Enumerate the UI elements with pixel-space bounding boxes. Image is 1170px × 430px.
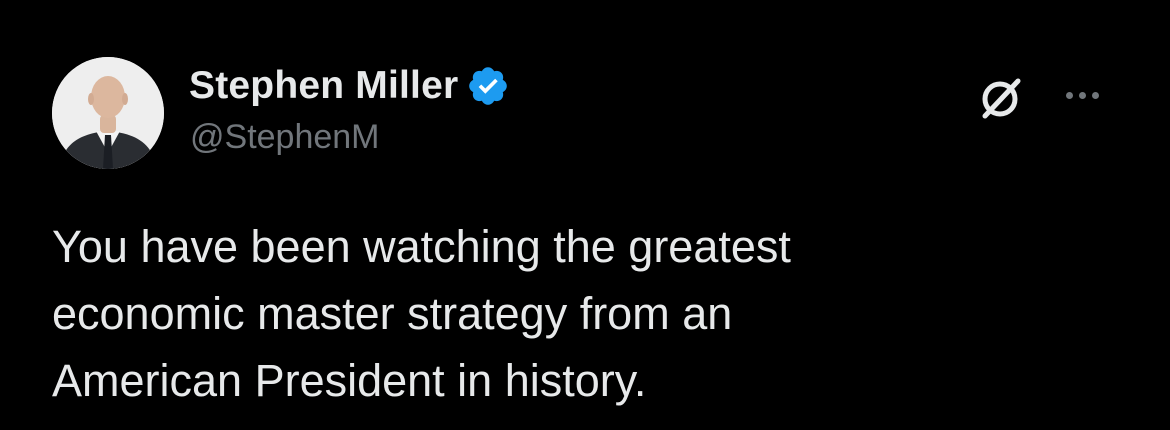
more-dot xyxy=(1066,91,1073,99)
avatar[interactable] xyxy=(52,57,164,169)
grok-icon[interactable] xyxy=(975,72,1027,124)
avatar-image xyxy=(52,57,164,169)
more-horizontal-icon[interactable] xyxy=(1066,80,1114,110)
more-dot xyxy=(1092,91,1099,99)
more-dot xyxy=(1079,91,1086,99)
tweet-card[interactable]: Stephen Miller @StephenM You have been w… xyxy=(0,0,1170,430)
verified-badge-icon[interactable] xyxy=(466,64,510,108)
author-display-name[interactable]: Stephen Miller xyxy=(189,64,458,108)
author-handle[interactable]: @StephenM xyxy=(190,118,380,157)
tweet-text: You have been watching the greatest econ… xyxy=(52,221,791,406)
author-row: Stephen Miller xyxy=(189,62,510,110)
